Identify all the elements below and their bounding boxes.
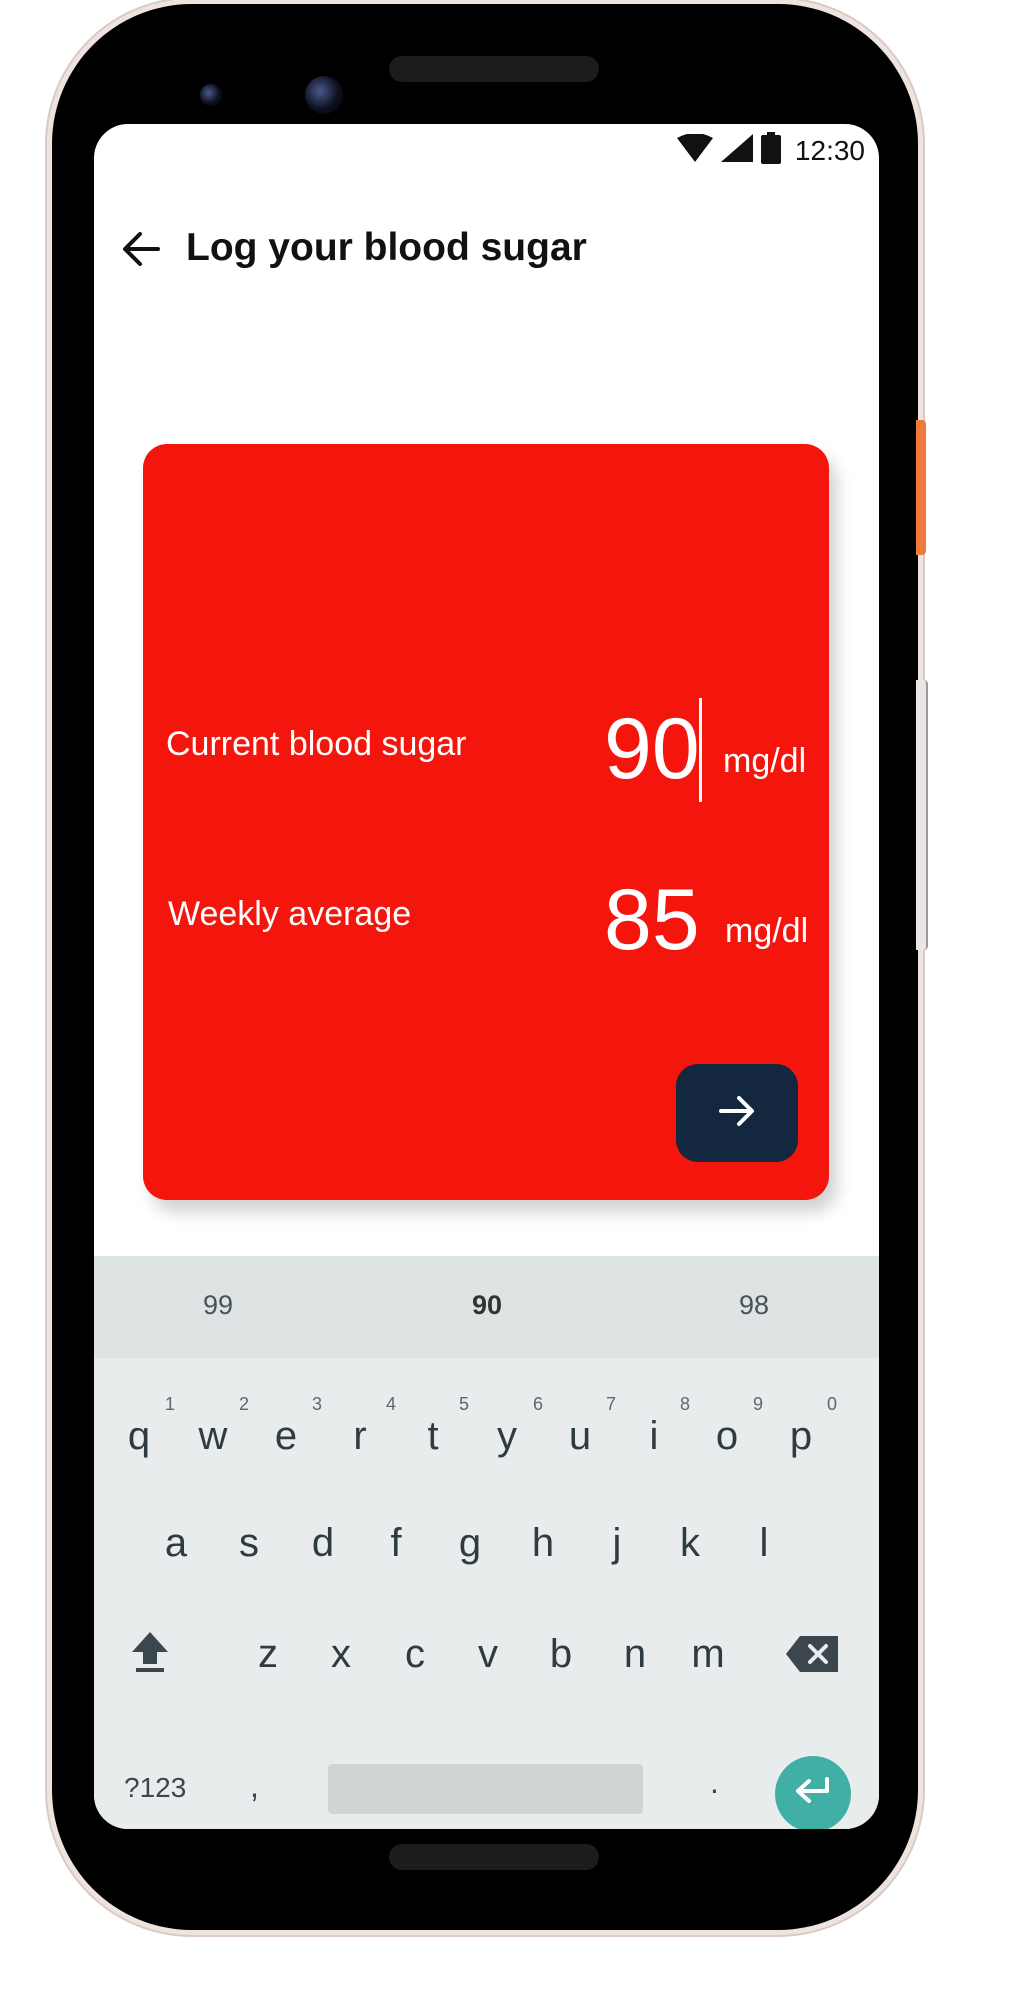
key-s[interactable]: s (219, 1503, 279, 1573)
key-e[interactable]: 3e (256, 1394, 322, 1466)
suggestion-item[interactable]: 98 (739, 1290, 769, 1321)
current-unit-label: mg/dl (723, 742, 807, 780)
current-blood-sugar-input[interactable]: 90 (604, 706, 700, 792)
suggestion-strip: 99 90 98 (94, 1256, 879, 1358)
arrow-left-icon[interactable] (120, 228, 162, 270)
text-cursor (699, 698, 702, 802)
top-speaker (389, 56, 599, 82)
key-i[interactable]: 8i (624, 1394, 690, 1466)
key-w[interactable]: 2w (183, 1394, 249, 1466)
space-key[interactable] (328, 1764, 643, 1814)
weekly-average-label: Weekly average (168, 895, 412, 933)
current-blood-sugar-label: Current blood sugar (166, 725, 467, 763)
app-bar: Log your blood sugar (94, 204, 879, 294)
signal-icon (720, 134, 753, 167)
key-a[interactable]: a (146, 1503, 206, 1573)
key-j[interactable]: j (587, 1503, 647, 1573)
suggestion-item[interactable]: 99 (203, 1290, 233, 1321)
key-h[interactable]: h (513, 1503, 573, 1573)
sensor (200, 84, 222, 106)
key-p[interactable]: 0p (771, 1394, 837, 1466)
backspace-icon[interactable] (786, 1636, 838, 1677)
key-r[interactable]: 4r (330, 1394, 396, 1466)
key-q[interactable]: 1q (109, 1394, 175, 1466)
key-y[interactable]: 6y (477, 1394, 543, 1466)
key-o[interactable]: 9o (697, 1394, 763, 1466)
key-n[interactable]: n (605, 1614, 665, 1684)
key-b[interactable]: b (531, 1614, 591, 1684)
key-g[interactable]: g (440, 1503, 500, 1573)
screen: 12:30 Log your blood sugar Current blood… (94, 124, 879, 1829)
wifi-icon (676, 133, 713, 167)
key-d[interactable]: d (293, 1503, 353, 1573)
comma-key[interactable]: , (250, 1768, 259, 1805)
key-u[interactable]: 7u (550, 1394, 616, 1466)
weekly-average-value: 85 (604, 872, 700, 968)
arrow-right-icon (717, 1093, 757, 1134)
bottom-speaker (389, 1844, 599, 1870)
front-camera (305, 76, 343, 114)
key-t[interactable]: 5t (403, 1394, 469, 1466)
key-l[interactable]: l (734, 1503, 794, 1573)
volume-button (916, 680, 928, 950)
key-f[interactable]: f (366, 1503, 426, 1573)
enter-icon (793, 1776, 833, 1812)
key-z[interactable]: z (238, 1614, 298, 1684)
battery-icon (760, 132, 781, 169)
key-v[interactable]: v (458, 1614, 518, 1684)
period-key[interactable]: . (710, 1764, 719, 1801)
enter-button[interactable] (775, 1756, 851, 1829)
key-x[interactable]: x (311, 1614, 371, 1684)
key-m[interactable]: m (678, 1614, 738, 1684)
symbols-key[interactable]: ?123 (124, 1772, 186, 1804)
shift-icon[interactable] (130, 1630, 170, 1679)
next-button[interactable] (676, 1064, 798, 1162)
keyboard: 99 90 98 1q 2w 3e 4r 5t 6y 7u 8i 9o 0p a… (94, 1256, 879, 1829)
key-k[interactable]: k (660, 1503, 720, 1573)
suggestion-item-selected[interactable]: 90 (472, 1290, 502, 1321)
key-c[interactable]: c (385, 1614, 445, 1684)
weekly-unit-label: mg/dl (725, 912, 809, 950)
page-title: Log your blood sugar (186, 226, 587, 269)
blood-sugar-card: Current blood sugar 90 mg/dl Weekly aver… (143, 444, 829, 1200)
power-button (916, 420, 926, 555)
status-bar: 12:30 (94, 124, 879, 174)
status-time: 12:30 (794, 134, 865, 166)
